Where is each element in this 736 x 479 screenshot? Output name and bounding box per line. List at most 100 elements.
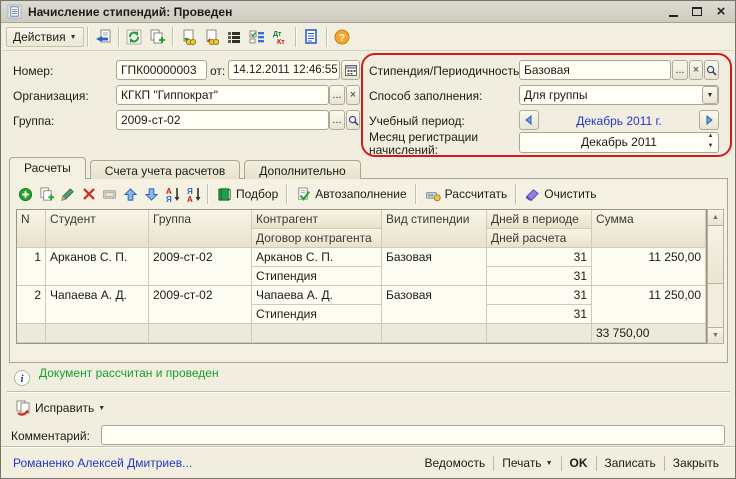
save-button[interactable]: Записать — [597, 454, 664, 472]
col-header-kind: Вид стипендии — [382, 210, 487, 248]
posting-settings-button[interactable] — [246, 26, 269, 48]
move-down-button[interactable] — [141, 184, 162, 205]
scrollbar-thumb[interactable] — [708, 226, 723, 284]
fill-method-combobox[interactable]: Для группы — [519, 85, 719, 105]
organization-field[interactable]: КГКП "Гиппократ" — [116, 85, 329, 105]
organization-select-button[interactable]: ... — [329, 85, 345, 105]
group-open-button[interactable] — [346, 110, 360, 130]
report-button[interactable] — [300, 26, 323, 48]
scroll-down-button[interactable]: ▼ — [708, 327, 723, 343]
document-movements-button[interactable] — [223, 26, 246, 48]
study-period-prev-button[interactable] — [519, 110, 539, 130]
cell-days-calc[interactable]: 31 — [487, 267, 592, 286]
pick-button[interactable]: Подбор — [212, 184, 283, 205]
cell-sum[interactable]: 11 250,00 — [592, 248, 706, 286]
report-icon — [303, 29, 319, 45]
study-period-next-button[interactable] — [699, 110, 719, 130]
sort-descending-button[interactable]: Я А — [183, 184, 204, 205]
comment-input[interactable] — [101, 425, 725, 445]
calendar-button[interactable] — [341, 60, 360, 80]
cell-group[interactable]: 2009-ст-02 — [149, 248, 252, 286]
tab-dopolnitelno[interactable]: Дополнительно — [244, 160, 360, 179]
clear-button[interactable]: Очистить — [520, 184, 601, 205]
stipend-clear-button[interactable]: × — [689, 60, 703, 80]
cell-counterparty[interactable]: Арканов С. П. — [252, 248, 382, 267]
magnifier-icon — [348, 115, 359, 126]
cell-contract[interactable]: Стипендия — [252, 305, 382, 324]
add-row-button[interactable] — [15, 184, 36, 205]
cell-sum[interactable]: 11 250,00 — [592, 286, 706, 324]
cell-days-period[interactable]: 31 — [487, 248, 592, 267]
tab-bar: Расчеты Счета учета расчетов Дополнитель… — [9, 157, 365, 179]
group-label: Группа: — [13, 114, 54, 128]
cell-counterparty[interactable]: Чапаева А. Д. — [252, 286, 382, 305]
end-edit-button-disabled[interactable] — [99, 184, 120, 205]
copy-button[interactable] — [146, 26, 169, 48]
calculate-icon — [425, 187, 441, 202]
organization-label: Организация: — [13, 89, 89, 103]
cell-days-calc[interactable]: 31 — [487, 305, 592, 324]
comment-label: Комментарий: — [11, 429, 90, 443]
help-button[interactable]: ? — [331, 26, 354, 48]
svg-text:?: ? — [339, 33, 345, 44]
cell-student[interactable]: Чапаева А. Д. — [46, 286, 149, 324]
reg-month-field[interactable]: Декабрь 2011 — [519, 132, 719, 153]
ok-button[interactable]: OK — [562, 454, 596, 472]
date-field[interactable]: 14.12.2011 12:46:55 — [228, 60, 340, 80]
window-minimize-button[interactable] — [665, 4, 681, 20]
delete-row-button[interactable] — [78, 184, 99, 205]
actions-button[interactable]: Действия ▼ — [6, 27, 84, 47]
close-button[interactable]: Закрыть — [665, 454, 727, 472]
reread-button[interactable] — [92, 26, 115, 48]
stipend-field[interactable]: Базовая — [519, 60, 671, 80]
copy-row-button[interactable] — [36, 184, 57, 205]
print-button[interactable]: Печать ▼ — [494, 454, 560, 472]
group-select-button[interactable]: ... — [329, 110, 345, 130]
cell-n[interactable]: 2 — [17, 286, 46, 324]
study-period-value[interactable]: Декабрь 2011 г. — [541, 114, 697, 128]
cell-student[interactable]: Арканов С. П. — [46, 248, 149, 286]
table-toolbar: А Я Я А — [15, 182, 602, 206]
autofill-icon — [296, 187, 311, 202]
cell-contract[interactable]: Стипендия — [252, 267, 382, 286]
scroll-up-icon: ▲ — [712, 214, 719, 221]
cell-n[interactable]: 1 — [17, 248, 46, 286]
fill-method-drop-button[interactable]: ▼ — [702, 86, 718, 104]
sort-ascending-button[interactable]: А Я — [162, 184, 183, 205]
book-icon — [217, 187, 232, 202]
print-caret-icon: ▼ — [546, 460, 553, 467]
main-toolbar: Действия ▼ — [2, 24, 734, 51]
refresh-button[interactable] — [123, 26, 146, 48]
table-scrollbar[interactable]: ▲ ▼ — [707, 209, 724, 344]
svg-text:А: А — [187, 195, 193, 202]
unpost-document-button[interactable] — [200, 26, 223, 48]
author-label: Романенко Алексей Дмитриев... — [13, 456, 192, 470]
post-document-button[interactable] — [177, 26, 200, 48]
stipend-open-button[interactable] — [704, 60, 719, 80]
reg-month-spinner[interactable]: ▲ ▼ — [703, 133, 718, 152]
autofill-label: Автозаполнение — [315, 187, 406, 201]
cell-days-period[interactable]: 31 — [487, 286, 592, 305]
show-postings-button[interactable]: Дт Кт — [269, 26, 292, 48]
edit-row-button[interactable] — [57, 184, 78, 205]
organization-clear-button[interactable]: × — [346, 85, 360, 105]
autofill-button[interactable]: Автозаполнение — [291, 184, 411, 205]
end-edit-icon — [102, 187, 117, 202]
tab-raschety[interactable]: Расчеты — [9, 157, 86, 179]
group-field[interactable]: 2009-ст-02 — [116, 110, 329, 130]
window-close-button[interactable]: × — [713, 4, 729, 20]
calculate-button[interactable]: Рассчитать — [420, 184, 513, 205]
number-field[interactable]: ГПК00000003 — [116, 60, 207, 80]
tab-scheta-ucheta[interactable]: Счета учета расчетов — [90, 160, 240, 179]
svg-text:Я: Я — [166, 195, 172, 202]
clear-label: Очистить — [544, 187, 596, 201]
cell-kind[interactable]: Базовая — [382, 286, 487, 324]
cell-group[interactable]: 2009-ст-02 — [149, 286, 252, 324]
stipend-select-button[interactable]: ... — [672, 60, 688, 80]
fix-button[interactable]: Исправить ▼ — [11, 398, 109, 418]
scroll-up-button[interactable]: ▲ — [708, 210, 723, 226]
move-up-button[interactable] — [120, 184, 141, 205]
cell-kind[interactable]: Базовая — [382, 248, 487, 286]
vedomost-button[interactable]: Ведомость — [416, 454, 493, 472]
window-maximize-button[interactable] — [689, 4, 705, 20]
